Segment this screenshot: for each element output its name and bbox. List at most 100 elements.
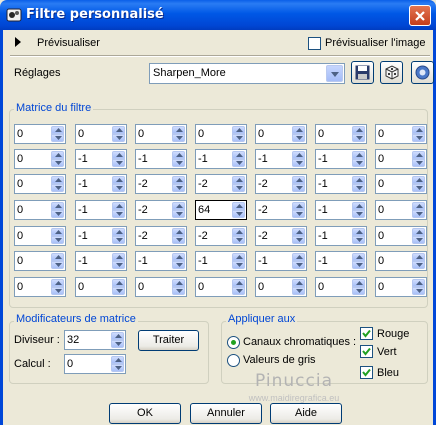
spin-up-icon[interactable] bbox=[352, 228, 365, 236]
matrix-cell-stepper[interactable] bbox=[292, 279, 305, 295]
matrix-cell-stepper[interactable] bbox=[292, 228, 305, 244]
matrix-cell-stepper[interactable] bbox=[112, 279, 125, 295]
preview-toggle-label[interactable]: Prévisualiser bbox=[37, 37, 100, 49]
spin-up-icon[interactable] bbox=[232, 228, 245, 236]
help-button[interactable]: Aide bbox=[270, 403, 342, 424]
spin-up-icon[interactable] bbox=[111, 356, 124, 364]
spin-up-icon[interactable] bbox=[352, 126, 365, 134]
matrix-cell-r7-c6[interactable]: 0 bbox=[315, 277, 367, 297]
matrix-cell-r3-c4[interactable]: -2 bbox=[195, 174, 247, 194]
matrix-cell-r5-c5[interactable]: -2 bbox=[255, 226, 307, 246]
matrix-cell-r4-c6[interactable]: -1 bbox=[315, 200, 367, 220]
matrix-cell-stepper[interactable] bbox=[51, 228, 64, 244]
spin-up-icon[interactable] bbox=[232, 126, 245, 134]
ok-button[interactable]: OK bbox=[109, 403, 181, 424]
spin-down-icon[interactable] bbox=[352, 159, 365, 167]
spin-down-icon[interactable] bbox=[292, 184, 305, 192]
matrix-cell-stepper[interactable] bbox=[112, 202, 125, 218]
spin-down-icon[interactable] bbox=[352, 287, 365, 295]
spin-up-icon[interactable] bbox=[232, 151, 245, 159]
spin-up-icon[interactable] bbox=[292, 126, 305, 134]
spin-up-icon[interactable] bbox=[292, 202, 305, 210]
matrix-cell-stepper[interactable] bbox=[51, 202, 64, 218]
matrix-cell-r7-c7[interactable]: 0 bbox=[375, 277, 427, 297]
spin-up-icon[interactable] bbox=[352, 151, 365, 159]
matrix-cell-r4-c2[interactable]: -1 bbox=[75, 200, 127, 220]
spin-down-icon[interactable] bbox=[412, 210, 425, 218]
spin-down-icon[interactable] bbox=[51, 287, 64, 295]
matrix-cell-stepper[interactable] bbox=[51, 126, 64, 142]
matrix-cell-stepper[interactable] bbox=[412, 176, 425, 192]
matrix-cell-stepper[interactable] bbox=[172, 176, 185, 192]
matrix-cell-r2-c1[interactable]: 0 bbox=[14, 149, 66, 169]
play-icon[interactable] bbox=[14, 37, 22, 50]
process-button[interactable]: Traiter bbox=[138, 330, 199, 351]
spin-down-icon[interactable] bbox=[412, 159, 425, 167]
matrix-cell-r5-c2[interactable]: -1 bbox=[75, 226, 127, 246]
matrix-cell-r2-c6[interactable]: -1 bbox=[315, 149, 367, 169]
spin-up-icon[interactable] bbox=[412, 151, 425, 159]
matrix-cell-r6-c6[interactable]: -1 bbox=[315, 251, 367, 271]
matrix-cell-stepper[interactable] bbox=[412, 253, 425, 269]
matrix-cell-stepper[interactable] bbox=[352, 176, 365, 192]
spin-down-icon[interactable] bbox=[172, 184, 185, 192]
save-preset-button[interactable] bbox=[351, 61, 374, 84]
spin-up-icon[interactable] bbox=[51, 279, 64, 287]
preset-dropdown[interactable]: Sharpen_More bbox=[149, 63, 345, 84]
matrix-cell-stepper[interactable] bbox=[232, 228, 245, 244]
spin-up-icon[interactable] bbox=[51, 253, 64, 261]
spin-up-icon[interactable] bbox=[412, 228, 425, 236]
matrix-cell-r1-c4[interactable]: 0 bbox=[195, 124, 247, 144]
spin-down-icon[interactable] bbox=[352, 134, 365, 142]
red-checkbox[interactable] bbox=[360, 327, 373, 340]
spin-up-icon[interactable] bbox=[112, 202, 125, 210]
spin-up-icon[interactable] bbox=[172, 202, 185, 210]
spin-down-icon[interactable] bbox=[412, 261, 425, 269]
matrix-cell-r7-c5[interactable]: 0 bbox=[255, 277, 307, 297]
matrix-cell-r6-c1[interactable]: 0 bbox=[14, 251, 66, 271]
spin-up-icon[interactable] bbox=[292, 228, 305, 236]
matrix-cell-r7-c2[interactable]: 0 bbox=[75, 277, 127, 297]
matrix-cell-r4-c1[interactable]: 0 bbox=[14, 200, 66, 220]
spin-up-icon[interactable] bbox=[51, 228, 64, 236]
bias-stepper[interactable] bbox=[111, 356, 124, 372]
spin-down-icon[interactable] bbox=[172, 287, 185, 295]
spin-up-icon[interactable] bbox=[352, 202, 365, 210]
matrix-cell-r6-c2[interactable]: -1 bbox=[75, 251, 127, 271]
matrix-cell-stepper[interactable] bbox=[352, 253, 365, 269]
matrix-cell-r6-c5[interactable]: -1 bbox=[255, 251, 307, 271]
divisor-input[interactable]: 32 bbox=[64, 330, 126, 350]
spin-down-icon[interactable] bbox=[412, 287, 425, 295]
matrix-cell-stepper[interactable] bbox=[292, 151, 305, 167]
spin-down-icon[interactable] bbox=[111, 340, 124, 348]
matrix-cell-stepper[interactable] bbox=[352, 202, 365, 218]
matrix-cell-stepper[interactable] bbox=[412, 151, 425, 167]
matrix-cell-r2-c2[interactable]: -1 bbox=[75, 149, 127, 169]
matrix-cell-stepper[interactable] bbox=[292, 202, 305, 218]
bias-input[interactable]: 0 bbox=[64, 354, 126, 374]
matrix-cell-stepper[interactable] bbox=[412, 228, 425, 244]
matrix-cell-stepper[interactable] bbox=[51, 176, 64, 192]
green-checkbox[interactable] bbox=[360, 345, 373, 358]
spin-down-icon[interactable] bbox=[292, 261, 305, 269]
spin-down-icon[interactable] bbox=[232, 287, 245, 295]
spin-up-icon[interactable] bbox=[112, 126, 125, 134]
matrix-cell-r1-c5[interactable]: 0 bbox=[255, 124, 307, 144]
spin-down-icon[interactable] bbox=[111, 364, 124, 372]
spin-down-icon[interactable] bbox=[51, 159, 64, 167]
spin-down-icon[interactable] bbox=[352, 184, 365, 192]
spin-up-icon[interactable] bbox=[412, 202, 425, 210]
matrix-cell-r4-c3[interactable]: -2 bbox=[135, 200, 187, 220]
spin-down-icon[interactable] bbox=[112, 210, 125, 218]
matrix-cell-r7-c3[interactable]: 0 bbox=[135, 277, 187, 297]
spin-up-icon[interactable] bbox=[51, 176, 64, 184]
matrix-cell-stepper[interactable] bbox=[232, 126, 245, 142]
spin-down-icon[interactable] bbox=[292, 134, 305, 142]
matrix-cell-r3-c7[interactable]: 0 bbox=[375, 174, 427, 194]
spin-down-icon[interactable] bbox=[112, 184, 125, 192]
matrix-cell-stepper[interactable] bbox=[412, 279, 425, 295]
spin-down-icon[interactable] bbox=[51, 134, 64, 142]
matrix-cell-r6-c3[interactable]: -1 bbox=[135, 251, 187, 271]
spin-down-icon[interactable] bbox=[172, 159, 185, 167]
spin-down-icon[interactable] bbox=[232, 134, 245, 142]
